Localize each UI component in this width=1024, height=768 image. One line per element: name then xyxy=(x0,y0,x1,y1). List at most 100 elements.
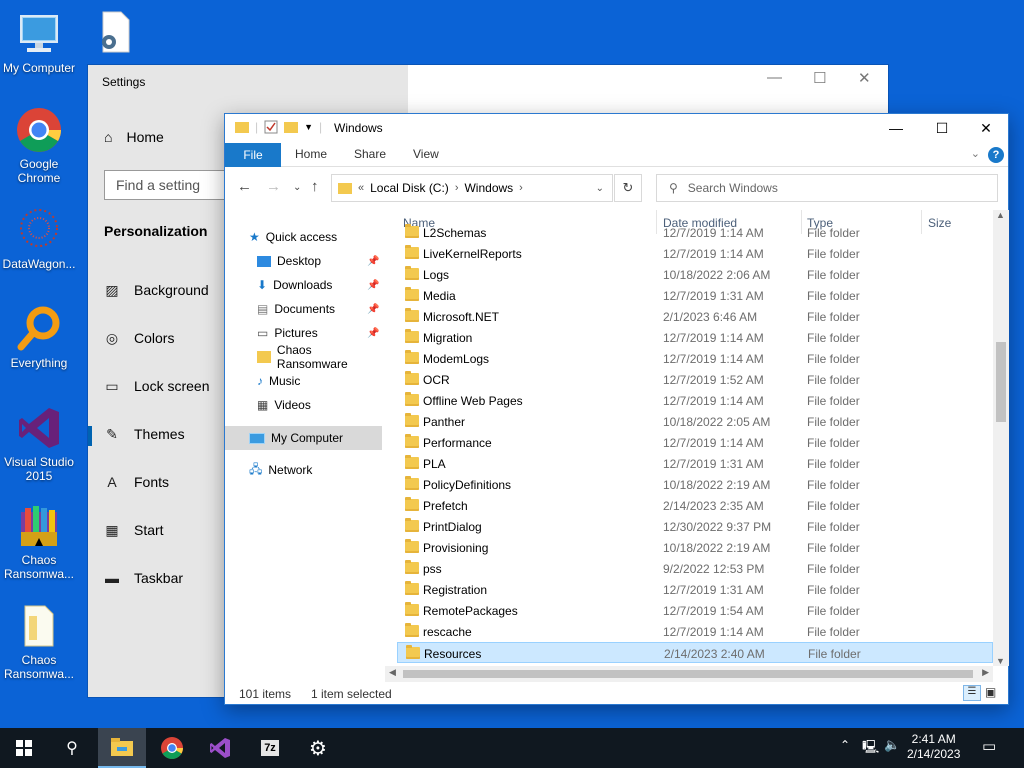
settings-nav-colors[interactable]: ◎ Colors xyxy=(104,330,175,346)
desktop-icon-everything[interactable]: Everything xyxy=(0,305,78,370)
start-button[interactable] xyxy=(0,728,48,768)
search-button[interactable]: ⚲ xyxy=(48,728,96,768)
file-row[interactable]: L2Schemas 12/7/2019 1:14 AM File folder xyxy=(397,222,993,243)
scrollbar-thumb[interactable] xyxy=(403,670,973,678)
file-row[interactable]: OCR 12/7/2019 1:52 AM File folder xyxy=(397,369,993,390)
scroll-right-icon[interactable]: ▶ xyxy=(982,667,989,678)
file-row[interactable]: PrintDialog 12/30/2022 9:37 PM File folder xyxy=(397,516,993,537)
settings-home-button[interactable]: ⌂ Home xyxy=(104,129,164,145)
breadcrumb-overflow[interactable]: « xyxy=(358,182,364,194)
settings-nav-lock-screen[interactable]: ▭ Lock screen xyxy=(104,378,209,394)
file-row[interactable]: Performance 12/7/2019 1:14 AM File folder xyxy=(397,432,993,453)
desktop-icon-datawagon[interactable]: DataWagon... xyxy=(0,206,78,271)
forward-arrow-icon[interactable]: → xyxy=(266,178,281,195)
desktop-icon-ini-file[interactable] xyxy=(76,8,154,59)
file-row[interactable]: Panther 10/18/2022 2:05 AM File folder xyxy=(397,411,993,432)
minimize-button[interactable]: — xyxy=(873,114,919,142)
address-bar[interactable]: « Local Disk (C:) › Windows › ⌄ xyxy=(331,174,613,202)
desktop-icon-chaos-archive[interactable]: Chaos Ransomwa... xyxy=(0,502,78,581)
settings-nav-label: Fonts xyxy=(134,474,170,490)
file-row[interactable]: Media 12/7/2019 1:31 AM File folder xyxy=(397,285,993,306)
maximize-icon[interactable]: ☐ xyxy=(813,69,826,87)
maximize-button[interactable]: ☐ xyxy=(919,114,965,142)
desktop-icon-chaos-document[interactable]: Chaos Ransomwa... xyxy=(0,602,78,681)
nav-videos[interactable]: ▦ Videos xyxy=(257,394,311,416)
taskbar-visual-studio[interactable] xyxy=(196,728,244,768)
settings-nav-start[interactable]: ▦ Start xyxy=(104,522,163,538)
search-input[interactable]: ⚲ Search Windows xyxy=(656,174,998,202)
back-arrow-icon[interactable]: ← xyxy=(237,178,252,195)
nav-chaos-ransomware[interactable]: Chaos Ransomware xyxy=(257,343,385,371)
file-row[interactable]: Provisioning 10/18/2022 2:19 AM File folde… xyxy=(397,537,993,558)
settings-nav-taskbar[interactable]: ▬ Taskbar xyxy=(104,570,183,586)
file-row[interactable]: PolicyDefinitions 10/18/2022 2:19 AM File … xyxy=(397,474,993,495)
show-hidden-icons-icon[interactable]: ⌃ xyxy=(840,738,850,752)
system-clock[interactable]: 2:41 AM 2/14/2023 xyxy=(907,732,960,762)
recent-locations-icon[interactable]: ⌄ xyxy=(293,182,301,193)
nav-documents[interactable]: ▤ Documents 📌 xyxy=(257,298,417,320)
breadcrumb-local-disk[interactable]: Local Disk (C:) xyxy=(370,181,449,195)
nav-my-computer[interactable]: My Computer xyxy=(249,427,343,449)
minimize-icon[interactable]: — xyxy=(767,69,782,86)
file-row[interactable]: Logs 10/18/2022 2:06 AM File folder xyxy=(397,264,993,285)
taskbar-7zip[interactable]: 7z xyxy=(246,728,294,768)
new-folder-icon[interactable] xyxy=(284,120,299,134)
nav-music[interactable]: ♪ Music xyxy=(257,370,300,392)
file-row[interactable]: Microsoft.NET 2/1/2023 6:46 AM File folder xyxy=(397,306,993,327)
file-row[interactable]: Migration 12/7/2019 1:14 AM File folder xyxy=(397,327,993,348)
chevron-right-icon[interactable]: › xyxy=(455,182,459,194)
close-button[interactable]: ✕ xyxy=(963,114,1009,142)
desktop-icon-chrome[interactable]: Google Chrome xyxy=(0,106,78,185)
notifications-icon[interactable]: ▭ xyxy=(982,737,996,755)
document-icon xyxy=(15,602,63,650)
desktop-icon-visual-studio[interactable]: Visual Studio 2015 xyxy=(0,404,78,483)
scroll-left-icon[interactable]: ◀ xyxy=(389,667,396,678)
chevron-down-icon[interactable]: ▼ xyxy=(304,122,313,132)
file-row[interactable]: RemotePackages 12/7/2019 1:54 AM File fold… xyxy=(397,600,993,621)
nav-pictures[interactable]: ▭ Pictures 📌 xyxy=(257,322,417,344)
network-icon[interactable]: 🖳 xyxy=(862,738,879,760)
address-dropdown-icon[interactable]: ⌄ xyxy=(596,183,604,194)
file-row[interactable]: ModemLogs 12/7/2019 1:14 AM File folder xyxy=(397,348,993,369)
vertical-scrollbar[interactable]: ▲ ▼ xyxy=(993,210,1009,666)
settings-nav-fonts[interactable]: A Fonts xyxy=(104,474,169,490)
properties-icon[interactable] xyxy=(264,120,278,134)
help-icon[interactable]: ? xyxy=(988,147,1004,163)
taskbar-file-explorer[interactable] xyxy=(98,728,146,768)
scroll-down-icon[interactable]: ▼ xyxy=(996,656,1005,666)
nav-network[interactable]: 🖧 Network xyxy=(249,459,312,481)
tab-file[interactable]: File xyxy=(225,143,281,167)
desktop-icon-my-computer[interactable]: My Computer xyxy=(0,10,78,75)
file-row[interactable]: Prefetch 2/14/2023 2:35 AM File folder xyxy=(397,495,993,516)
tab-home[interactable]: Home xyxy=(295,147,327,161)
taskbar-chrome[interactable] xyxy=(148,728,196,768)
tab-share[interactable]: Share xyxy=(354,147,386,161)
chevron-right-icon[interactable]: › xyxy=(519,182,523,194)
file-row[interactable]: Offline Web Pages 12/7/2019 1:14 AM File f… xyxy=(397,390,993,411)
nav-desktop[interactable]: Desktop 📌 xyxy=(257,250,417,272)
close-icon[interactable]: ✕ xyxy=(858,69,871,87)
details-view-icon[interactable]: ☰ xyxy=(963,685,981,701)
file-row[interactable]: pss 9/2/2022 12:53 PM File folder xyxy=(397,558,993,579)
up-arrow-icon[interactable]: ↑ xyxy=(311,178,319,195)
tab-view[interactable]: View xyxy=(413,147,439,161)
nav-downloads[interactable]: ⬇ Downloads 📌 xyxy=(257,274,417,296)
taskbar-settings[interactable]: ⚙ xyxy=(294,728,342,768)
breadcrumb-windows[interactable]: Windows xyxy=(464,181,513,195)
nav-quick-access[interactable]: ★ Quick access xyxy=(249,226,337,248)
settings-nav-themes[interactable]: ✎ Themes xyxy=(104,426,184,442)
file-row[interactable]: Registration 12/7/2019 1:31 AM File folder xyxy=(397,579,993,600)
expand-ribbon-icon[interactable]: ⌄ xyxy=(971,147,980,160)
file-row[interactable]: rescache 12/7/2019 1:14 AM File folder xyxy=(397,621,993,642)
large-icons-view-icon[interactable]: ▣ xyxy=(985,685,996,699)
scroll-up-icon[interactable]: ▲ xyxy=(996,210,1005,220)
scrollbar-thumb[interactable] xyxy=(996,342,1006,422)
settings-nav-background[interactable]: ▨ Background xyxy=(104,282,208,298)
volume-icon[interactable]: 🔈 xyxy=(884,737,900,753)
file-row[interactable]: LiveKernelReports 12/7/2019 1:14 AM File f… xyxy=(397,243,993,264)
horizontal-scrollbar[interactable]: ◀ ▶ xyxy=(385,666,993,682)
refresh-button[interactable]: ↻ xyxy=(614,174,642,202)
file-row[interactable]: Resources 2/14/2023 2:40 AM File folder xyxy=(397,642,993,663)
file-row[interactable]: PLA 12/7/2019 1:31 AM File folder xyxy=(397,453,993,474)
folder-icon xyxy=(338,183,352,194)
